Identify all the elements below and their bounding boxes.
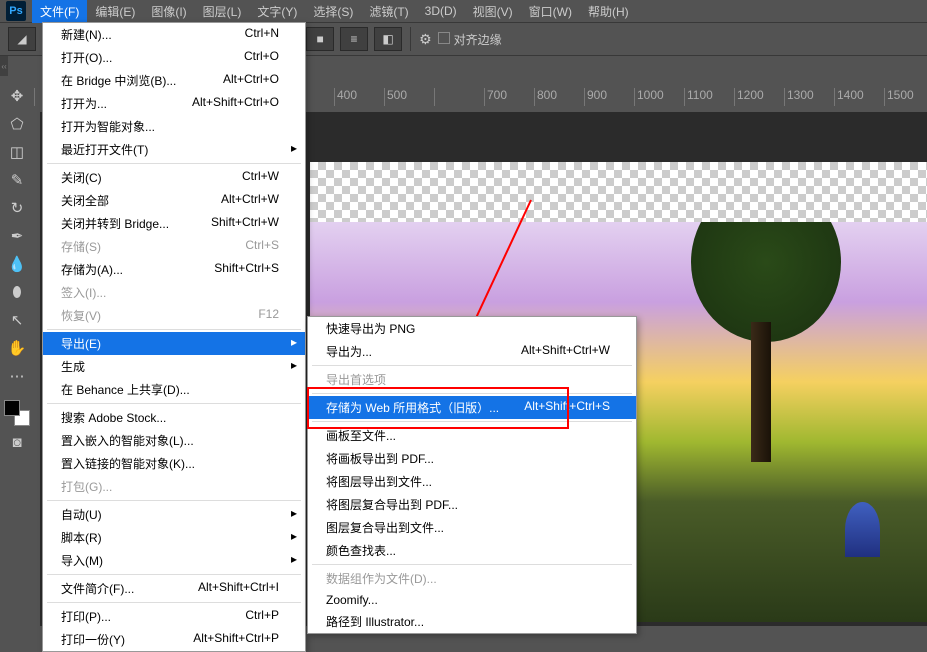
file-menu-item-21[interactable]: 置入链接的智能对象(K)... (43, 452, 305, 475)
path-op-icon[interactable]: ■ (306, 27, 334, 51)
current-tool-icon[interactable]: ◢ (8, 27, 36, 51)
file-menu-item-16[interactable]: 生成▸ (43, 355, 305, 378)
menu-select[interactable]: 选择(S) (305, 0, 361, 23)
file-menu-item-5[interactable]: 最近打开文件(T)▸ (43, 138, 305, 161)
file-menu-item-20[interactable]: 置入嵌入的智能对象(L)... (43, 429, 305, 452)
file-menu-item-26[interactable]: 导入(M)▸ (43, 549, 305, 572)
menu-filter[interactable]: 滤镜(T) (361, 0, 416, 23)
lasso-tool-icon[interactable]: ⬠ (5, 112, 29, 136)
file-menu-item-10: 存储(S)Ctrl+S (43, 235, 305, 258)
export-submenu: 快速导出为 PNG导出为...Alt+Shift+Ctrl+W 导出首选项存储为 … (307, 316, 637, 634)
file-menu-item-15[interactable]: 导出(E)▸ (43, 332, 305, 355)
gear-icon[interactable]: ⚙ (419, 31, 432, 48)
path-select-icon[interactable]: ↖ (5, 308, 29, 332)
brush-tool-icon[interactable]: ✎ (5, 168, 29, 192)
export-menu-item-16[interactable]: 路径到 Illustrator... (308, 610, 636, 633)
file-menu-item-12: 签入(I)... (43, 281, 305, 304)
file-menu-item-17[interactable]: 在 Behance 上共享(D)... (43, 378, 305, 401)
export-menu-item-10[interactable]: 将图层复合导出到 PDF... (308, 493, 636, 516)
file-menu-item-19[interactable]: 搜索 Adobe Stock... (43, 406, 305, 429)
move-tool-icon[interactable]: ✥ (5, 84, 29, 108)
quickmask-icon[interactable]: ◙ (5, 430, 29, 454)
menu-3d[interactable]: 3D(D) (417, 1, 465, 21)
export-menu-item-15[interactable]: Zoomify... (308, 590, 636, 610)
file-menu-item-7[interactable]: 关闭(C)Ctrl+W (43, 166, 305, 189)
submenu-arrow-icon: ▸ (291, 335, 297, 349)
arrange-icon[interactable]: ◧ (374, 27, 402, 51)
ps-icon: Ps (6, 1, 26, 21)
file-menu-dropdown: 新建(N)...Ctrl+N打开(O)...Ctrl+O在 Bridge 中浏览… (42, 22, 306, 652)
submenu-arrow-icon: ▸ (291, 529, 297, 543)
menu-window[interactable]: 窗口(W) (521, 0, 580, 23)
export-menu-item-11[interactable]: 图层复合导出到文件... (308, 516, 636, 539)
file-menu-item-13: 恢复(V)F12 (43, 304, 305, 327)
submenu-arrow-icon: ▸ (291, 358, 297, 372)
file-menu-item-30[interactable]: 打印(P)...Ctrl+P (43, 605, 305, 628)
file-menu-item-22: 打包(G)... (43, 475, 305, 498)
file-menu-item-2[interactable]: 在 Bridge 中浏览(B)...Alt+Ctrl+O (43, 69, 305, 92)
file-menu-item-24[interactable]: 自动(U)▸ (43, 503, 305, 526)
submenu-arrow-icon: ▸ (291, 552, 297, 566)
submenu-arrow-icon: ▸ (291, 141, 297, 155)
dodge-tool-icon[interactable]: ⬮ (5, 280, 29, 304)
export-menu-item-7[interactable]: 画板至文件... (308, 424, 636, 447)
file-menu-item-11[interactable]: 存储为(A)...Shift+Ctrl+S (43, 258, 305, 281)
align-icon[interactable]: ≡ (340, 27, 368, 51)
menubar: Ps 文件(F) 编辑(E) 图像(I) 图层(L) 文字(Y) 选择(S) 滤… (0, 0, 927, 22)
blur-tool-icon[interactable]: 💧 (5, 252, 29, 276)
export-menu-item-0[interactable]: 快速导出为 PNG (308, 317, 636, 340)
more-tools-icon[interactable]: ⋯ (5, 364, 29, 388)
align-edges-checkbox[interactable]: 对齐边缘 (438, 31, 502, 48)
tools-panel: ✥ ⬠ ◫ ✎ ↻ ✒ 💧 ⬮ ↖ ✋ ⋯ ◙ (0, 78, 34, 626)
file-menu-item-28[interactable]: 文件简介(F)...Alt+Shift+Ctrl+I (43, 577, 305, 600)
color-swatches[interactable] (4, 400, 30, 426)
export-menu-item-3: 导出首选项 (308, 368, 636, 391)
export-menu-item-12[interactable]: 颜色查找表... (308, 539, 636, 562)
menu-view[interactable]: 视图(V) (465, 0, 521, 23)
crop-tool-icon[interactable]: ◫ (5, 140, 29, 164)
submenu-arrow-icon: ▸ (291, 506, 297, 520)
export-menu-item-9[interactable]: 将图层导出到文件... (308, 470, 636, 493)
history-brush-icon[interactable]: ↻ (5, 196, 29, 220)
file-menu-item-0[interactable]: 新建(N)...Ctrl+N (43, 23, 305, 46)
panel-flyout-icon[interactable]: ‹‹ (0, 56, 8, 76)
file-menu-item-8[interactable]: 关闭全部Alt+Ctrl+W (43, 189, 305, 212)
menu-file[interactable]: 文件(F) (32, 0, 87, 23)
file-menu-item-31[interactable]: 打印一份(Y)Alt+Shift+Ctrl+P (43, 628, 305, 651)
menu-layer[interactable]: 图层(L) (195, 0, 250, 23)
file-menu-item-3[interactable]: 打开为...Alt+Shift+Ctrl+O (43, 92, 305, 115)
pen-tool-icon[interactable]: ✒ (5, 224, 29, 248)
file-menu-item-9[interactable]: 关闭并转到 Bridge...Shift+Ctrl+W (43, 212, 305, 235)
export-menu-item-14: 数据组作为文件(D)... (308, 567, 636, 590)
file-menu-item-25[interactable]: 脚本(R)▸ (43, 526, 305, 549)
file-menu-item-4[interactable]: 打开为智能对象... (43, 115, 305, 138)
export-menu-item-5[interactable]: 存储为 Web 所用格式（旧版）...Alt+Shift+Ctrl+S (308, 396, 636, 419)
menu-type[interactable]: 文字(Y) (249, 0, 305, 23)
hand-tool-icon[interactable]: ✋ (5, 336, 29, 360)
export-menu-item-8[interactable]: 将画板导出到 PDF... (308, 447, 636, 470)
export-menu-item-1[interactable]: 导出为...Alt+Shift+Ctrl+W (308, 340, 636, 363)
file-menu-item-1[interactable]: 打开(O)...Ctrl+O (43, 46, 305, 69)
menu-help[interactable]: 帮助(H) (580, 0, 637, 23)
menu-edit[interactable]: 编辑(E) (87, 0, 143, 23)
menu-image[interactable]: 图像(I) (143, 0, 194, 23)
